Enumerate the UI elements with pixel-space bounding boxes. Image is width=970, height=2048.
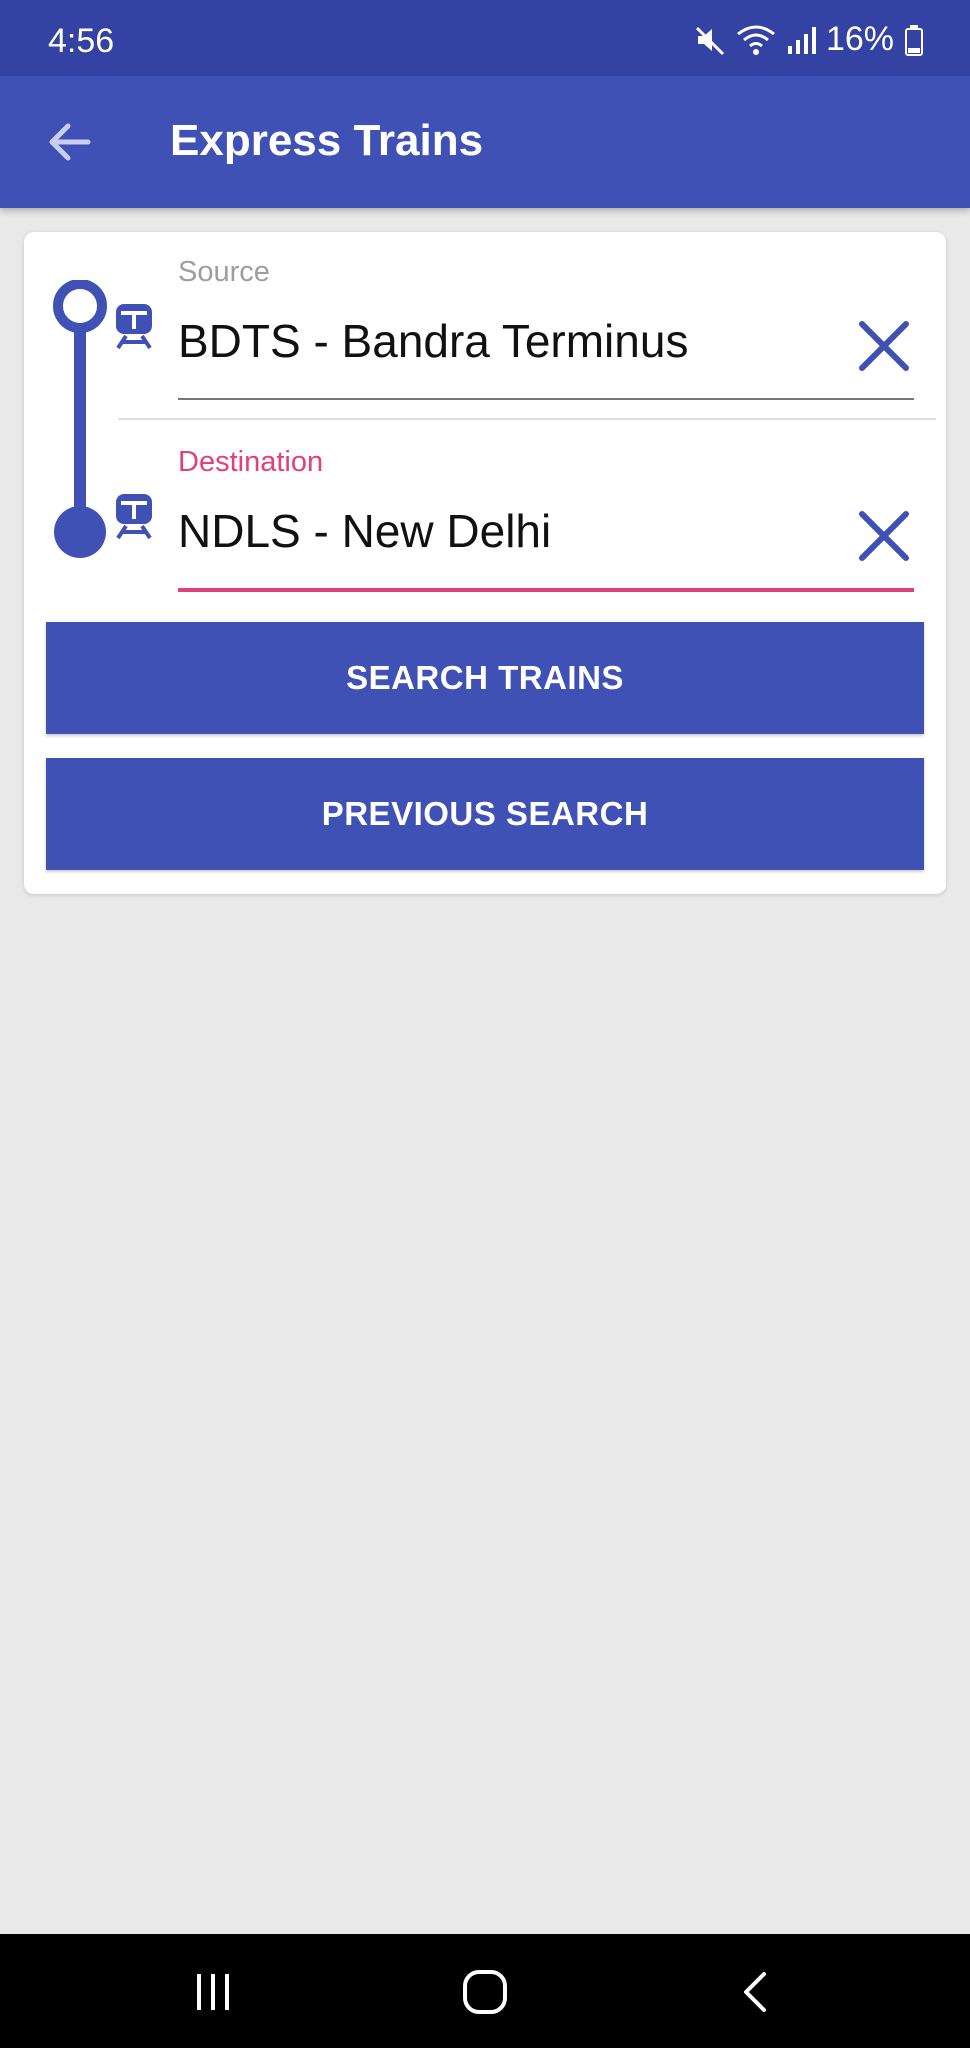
navigation-bar [0, 1934, 970, 2048]
destination-field[interactable]: Destination NDLS - New Delhi [178, 446, 938, 592]
source-underline [178, 398, 914, 400]
battery-percent: 16% [825, 20, 894, 58]
recent-apps-icon [197, 1974, 229, 2010]
home-button[interactable] [455, 1962, 515, 2022]
previous-search-button[interactable]: PREVIOUS SEARCH [46, 758, 924, 870]
back-icon [744, 1972, 766, 2012]
page-title: Express Trains [170, 116, 484, 165]
destination-underline [178, 588, 914, 592]
close-icon [859, 511, 909, 561]
search-trains-button[interactable]: SEARCH TRAINS [46, 622, 924, 734]
source-input[interactable]: BDTS - Bandra Terminus [178, 314, 688, 368]
train-icon [116, 304, 152, 350]
mute-icon [694, 24, 726, 56]
signal-icon [786, 24, 816, 56]
recent-apps-button[interactable] [183, 1962, 243, 2022]
route-line-icon [53, 280, 107, 558]
clear-source-button[interactable] [854, 316, 914, 376]
destination-input[interactable]: NDLS - New Delhi [178, 504, 551, 558]
app-bar: Express Trains [0, 76, 970, 208]
train-icon [116, 494, 152, 540]
system-back-button[interactable] [726, 1962, 786, 2022]
divider [118, 418, 936, 420]
source-field[interactable]: Source BDTS - Bandra Terminus [178, 256, 938, 400]
clear-destination-button[interactable] [854, 506, 914, 566]
status-icons: 16% [694, 20, 924, 59]
search-card: Source BDTS - Bandra Terminus Destinatio… [24, 232, 946, 894]
arrow-back-icon [49, 123, 91, 161]
status-time: 4:56 [48, 22, 115, 60]
back-button[interactable] [40, 112, 100, 172]
close-icon [859, 321, 909, 371]
destination-label: Destination [178, 446, 324, 478]
wifi-icon [736, 24, 776, 56]
battery-icon [904, 24, 924, 56]
source-label: Source [178, 256, 270, 288]
home-icon [463, 1970, 507, 2014]
status-bar: 4:56 16% [0, 0, 970, 76]
